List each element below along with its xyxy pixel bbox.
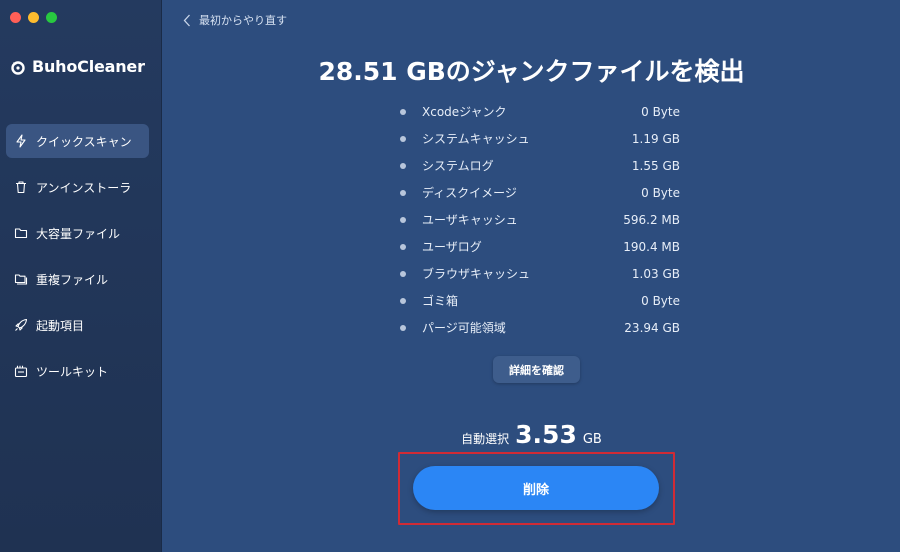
toolkit-icon — [14, 364, 28, 378]
list-item: Xcodeジャンク 0 Byte — [400, 98, 680, 125]
minimize-window-button[interactable] — [28, 12, 39, 23]
list-item: パージ可能領域 23.94 GB — [400, 314, 680, 341]
auto-select-unit: GB — [582, 432, 602, 447]
rocket-icon — [14, 318, 28, 332]
sidebar-item-label: 大容量ファイル — [36, 226, 121, 241]
sidebar-item-startup-items[interactable]: 起動項目 — [6, 308, 149, 342]
junk-category-list: Xcodeジャンク 0 Byte システムキャッシュ 1.19 GB システムログ 1… — [400, 98, 680, 341]
bullet-icon — [400, 270, 406, 277]
sidebar-item-label: アンインストーラ — [36, 180, 132, 195]
list-item: ブラウザキャッシュ 1.03 GB — [400, 260, 680, 287]
page-title: 28.51 GBのジャンクファイルを検出 — [163, 52, 900, 88]
item-label: ユーザログ — [422, 240, 482, 254]
sidebar-item-toolkit[interactable]: ツールキット — [6, 354, 149, 388]
bullet-icon — [400, 162, 406, 169]
auto-select-label: 自動選択 — [461, 432, 510, 446]
auto-select-value: 3.53 — [515, 420, 577, 449]
buho-logo-icon — [11, 60, 25, 75]
sidebar-item-duplicate-files[interactable]: 重複ファイル — [6, 262, 149, 296]
item-size: 190.4 MB — [623, 239, 680, 254]
sidebar-item-uninstaller[interactable]: アンインストーラ — [6, 170, 149, 204]
bullet-icon — [400, 297, 406, 304]
item-size: 0 Byte — [641, 185, 680, 200]
brand-name: BuhoCleaner — [32, 57, 145, 76]
sidebar-nav: クイックスキャン アンインストーラ 大容量ファイル 重複ファイル 起動項目 ツー… — [0, 124, 162, 400]
list-item: ユーザログ 190.4 MB — [400, 233, 680, 260]
duplicate-folder-icon — [14, 272, 28, 286]
bullet-icon — [400, 216, 406, 223]
item-label: Xcodeジャンク — [422, 105, 507, 119]
window-controls — [10, 12, 57, 23]
auto-select-summary: 自動選択 3.53 GB — [163, 420, 900, 449]
list-item: ユーザキャッシュ 596.2 MB — [400, 206, 680, 233]
start-over-label: 最初からやり直す — [199, 14, 287, 27]
close-window-button[interactable] — [10, 12, 21, 23]
delete-button[interactable]: 削除 — [413, 466, 659, 510]
view-details-button[interactable]: 詳細を確認 — [493, 356, 580, 383]
list-item: ゴミ箱 0 Byte — [400, 287, 680, 314]
bullet-icon — [400, 108, 406, 115]
main-panel: 最初からやり直す 28.51 GBのジャンクファイルを検出 Xcodeジャンク 0… — [163, 0, 900, 552]
item-size: 1.19 GB — [631, 131, 680, 146]
item-label: システムログ — [422, 159, 494, 173]
bullet-icon — [400, 243, 406, 250]
bullet-icon — [400, 189, 406, 196]
sidebar-item-label: 重複ファイル — [36, 272, 109, 287]
sidebar-item-label: クイックスキャン — [36, 134, 132, 149]
junk-total-text: GBのジャンクファイルを検出 — [397, 57, 745, 86]
item-size: 596.2 MB — [623, 212, 680, 227]
item-label: ユーザキャッシュ — [422, 213, 518, 227]
zoom-window-button[interactable] — [46, 12, 57, 23]
list-item: システムキャッシュ 1.19 GB — [400, 125, 680, 152]
list-item: ディスクイメージ 0 Byte — [400, 179, 680, 206]
item-label: ゴミ箱 — [422, 294, 459, 308]
start-over-link[interactable]: 最初からやり直す — [183, 12, 287, 28]
junk-total-number: 28.51 — [318, 57, 398, 86]
item-label: ブラウザキャッシュ — [422, 267, 531, 281]
sidebar-item-label: ツールキット — [36, 364, 109, 379]
item-size: 0 Byte — [641, 293, 680, 308]
item-label: システムキャッシュ — [422, 132, 530, 146]
bullet-icon — [400, 135, 406, 142]
item-size: 0 Byte — [641, 104, 680, 119]
sidebar-item-large-files[interactable]: 大容量ファイル — [6, 216, 149, 250]
item-size: 23.94 GB — [624, 320, 680, 335]
sidebar-item-label: 起動項目 — [36, 318, 85, 333]
item-label: ディスクイメージ — [422, 186, 517, 200]
trash-icon — [14, 180, 28, 194]
item-label: パージ可能領域 — [422, 321, 506, 335]
item-size: 1.55 GB — [631, 158, 680, 173]
folder-icon — [14, 226, 28, 240]
brand: BuhoCleaner — [10, 57, 145, 76]
chevron-left-icon — [183, 14, 190, 26]
item-size: 1.03 GB — [631, 266, 680, 281]
sidebar-item-quick-scan[interactable]: クイックスキャン — [6, 124, 149, 158]
bullet-icon — [400, 324, 406, 331]
sidebar: BuhoCleaner クイックスキャン アンインストーラ 大容量ファイル 重複… — [0, 0, 162, 552]
list-item: システムログ 1.55 GB — [400, 152, 680, 179]
lightning-icon — [14, 134, 28, 148]
